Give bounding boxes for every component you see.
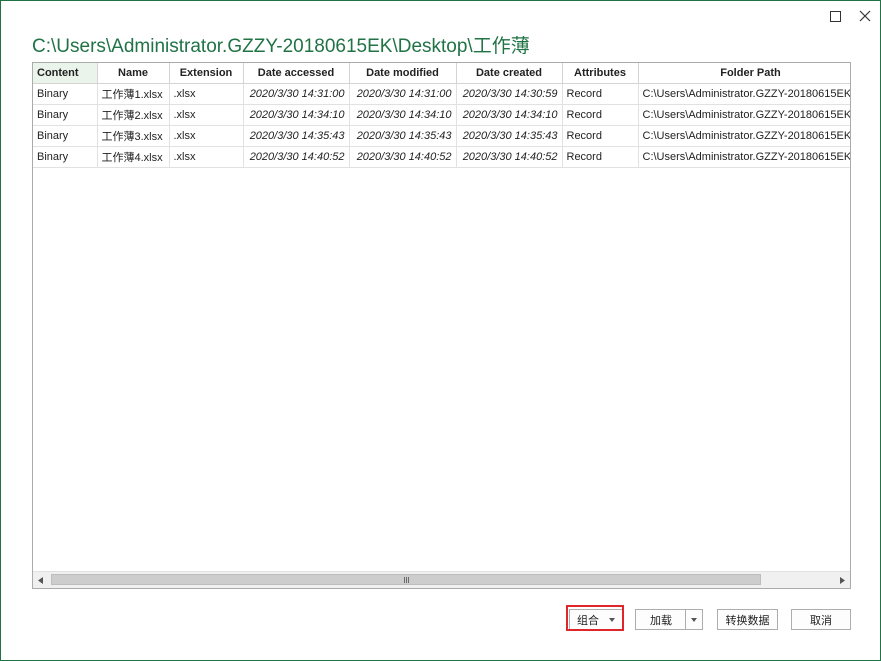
transform-data-label: 转换数据 bbox=[725, 613, 770, 627]
preview-table: Content Name Extension Date accessed Date mo… bbox=[32, 62, 851, 589]
table-cell[interactable]: C:\Users\Administrator.GZZY-20180615EK\ bbox=[638, 146, 850, 168]
scroll-left-icon bbox=[38, 576, 43, 584]
column-header[interactable]: Attributes bbox=[562, 63, 639, 84]
table-cell[interactable]: 2020/3/30 14:35:43 bbox=[456, 125, 563, 147]
table-cell[interactable]: Record bbox=[562, 83, 639, 105]
table-cell[interactable]: Record bbox=[562, 146, 639, 168]
table-cell[interactable]: Record bbox=[562, 125, 639, 147]
scroll-right-icon bbox=[840, 576, 845, 584]
table-cell[interactable]: Binary bbox=[33, 146, 98, 168]
table-cell[interactable]: 2020/3/30 14:31:00 bbox=[243, 83, 350, 105]
grip-icon bbox=[403, 576, 409, 583]
page-title: C:\Users\Administrator.GZZY-20180615EK\D… bbox=[32, 36, 530, 57]
table-cell[interactable]: 2020/3/30 14:30:59 bbox=[456, 83, 563, 105]
table-cell[interactable]: 2020/3/30 14:34:10 bbox=[349, 104, 457, 126]
close-icon bbox=[859, 10, 871, 22]
table-cell[interactable]: 2020/3/30 14:35:43 bbox=[349, 125, 457, 147]
table-cell[interactable]: C:\Users\Administrator.GZZY-20180615EK\ bbox=[638, 83, 850, 105]
table-cell[interactable]: Binary bbox=[33, 125, 98, 147]
table-cell[interactable]: C:\Users\Administrator.GZZY-20180615EK\ bbox=[638, 104, 850, 126]
table-cell[interactable]: 工作薄1.xlsx bbox=[97, 83, 170, 105]
transform-data-button[interactable]: 转换数据 bbox=[717, 609, 778, 630]
maximize-icon bbox=[829, 10, 841, 22]
table-row[interactable]: Binary 工作薄3.xlsx .xlsx 2020/3/30 14:35:43 20… bbox=[33, 125, 850, 147]
table-cell[interactable]: 2020/3/30 14:34:10 bbox=[243, 104, 350, 126]
table-cell[interactable]: 2020/3/30 14:40:52 bbox=[349, 146, 457, 168]
column-header[interactable]: Name bbox=[97, 63, 170, 84]
table-cell[interactable]: .xlsx bbox=[169, 125, 244, 147]
table-cell[interactable]: 2020/3/30 14:31:00 bbox=[349, 83, 457, 105]
load-dropdown-button[interactable] bbox=[685, 610, 702, 629]
table-cell[interactable]: 2020/3/30 14:40:52 bbox=[456, 146, 563, 168]
table-cell[interactable]: Binary bbox=[33, 83, 98, 105]
close-button[interactable] bbox=[854, 7, 876, 25]
chevron-down-icon bbox=[690, 617, 697, 622]
navigator-dialog: C:\Users\Administrator.GZZY-20180615EK\ D… bbox=[0, 0, 881, 661]
load-button[interactable]: 加载 bbox=[635, 609, 703, 630]
table-cell[interactable]: .xlsx bbox=[169, 83, 244, 105]
cancel-button[interactable]: 取消 bbox=[791, 609, 851, 630]
table-cell[interactable]: C:\Users\Administrator.GZZY-20180615EK\ bbox=[638, 125, 850, 147]
table-cell[interactable]: .xlsx bbox=[169, 146, 244, 168]
table-cell[interactable]: 2020/3/30 14:34:10 bbox=[456, 104, 563, 126]
column-header[interactable]: Date modified bbox=[349, 63, 457, 84]
load-label: 加载 bbox=[650, 613, 672, 627]
column-header[interactable]: Extension bbox=[169, 63, 244, 84]
horizontal-scrollbar[interactable] bbox=[33, 571, 850, 588]
scrollbar-thumb[interactable] bbox=[51, 574, 761, 585]
table-cell[interactable]: Record bbox=[562, 104, 639, 126]
combine-highlight-box bbox=[566, 605, 624, 631]
table-cell[interactable]: .xlsx bbox=[169, 104, 244, 126]
table-row[interactable]: Binary 工作薄1.xlsx .xlsx 2020/3/30 14:31:00 20… bbox=[33, 83, 850, 105]
table-cell[interactable]: 2020/3/30 14:35:43 bbox=[243, 125, 350, 147]
table-header-row: Content Name Extension Date accessed Date mo… bbox=[33, 63, 850, 84]
table-cell[interactable]: 工作薄4.xlsx bbox=[97, 146, 170, 168]
table-cell[interactable]: 工作薄2.xlsx bbox=[97, 104, 170, 126]
split-divider bbox=[685, 609, 686, 630]
table-row[interactable]: Binary 工作薄2.xlsx .xlsx 2020/3/30 14:34:10 20… bbox=[33, 104, 850, 126]
scroll-left-button[interactable] bbox=[33, 572, 49, 588]
column-header[interactable]: Date accessed bbox=[243, 63, 350, 84]
table-cell[interactable]: 工作薄3.xlsx bbox=[97, 125, 170, 147]
maximize-button[interactable] bbox=[824, 7, 846, 25]
column-header[interactable]: Folder Path bbox=[638, 63, 850, 84]
table-cell[interactable]: Binary bbox=[33, 104, 98, 126]
table-row[interactable]: Binary 工作薄4.xlsx .xlsx 2020/3/30 14:40:52 20… bbox=[33, 146, 850, 168]
scroll-right-button[interactable] bbox=[834, 572, 850, 588]
column-header[interactable]: Content bbox=[33, 63, 98, 84]
column-header[interactable]: Date created bbox=[456, 63, 563, 84]
cancel-label: 取消 bbox=[810, 613, 832, 627]
table-cell[interactable]: 2020/3/30 14:40:52 bbox=[243, 146, 350, 168]
